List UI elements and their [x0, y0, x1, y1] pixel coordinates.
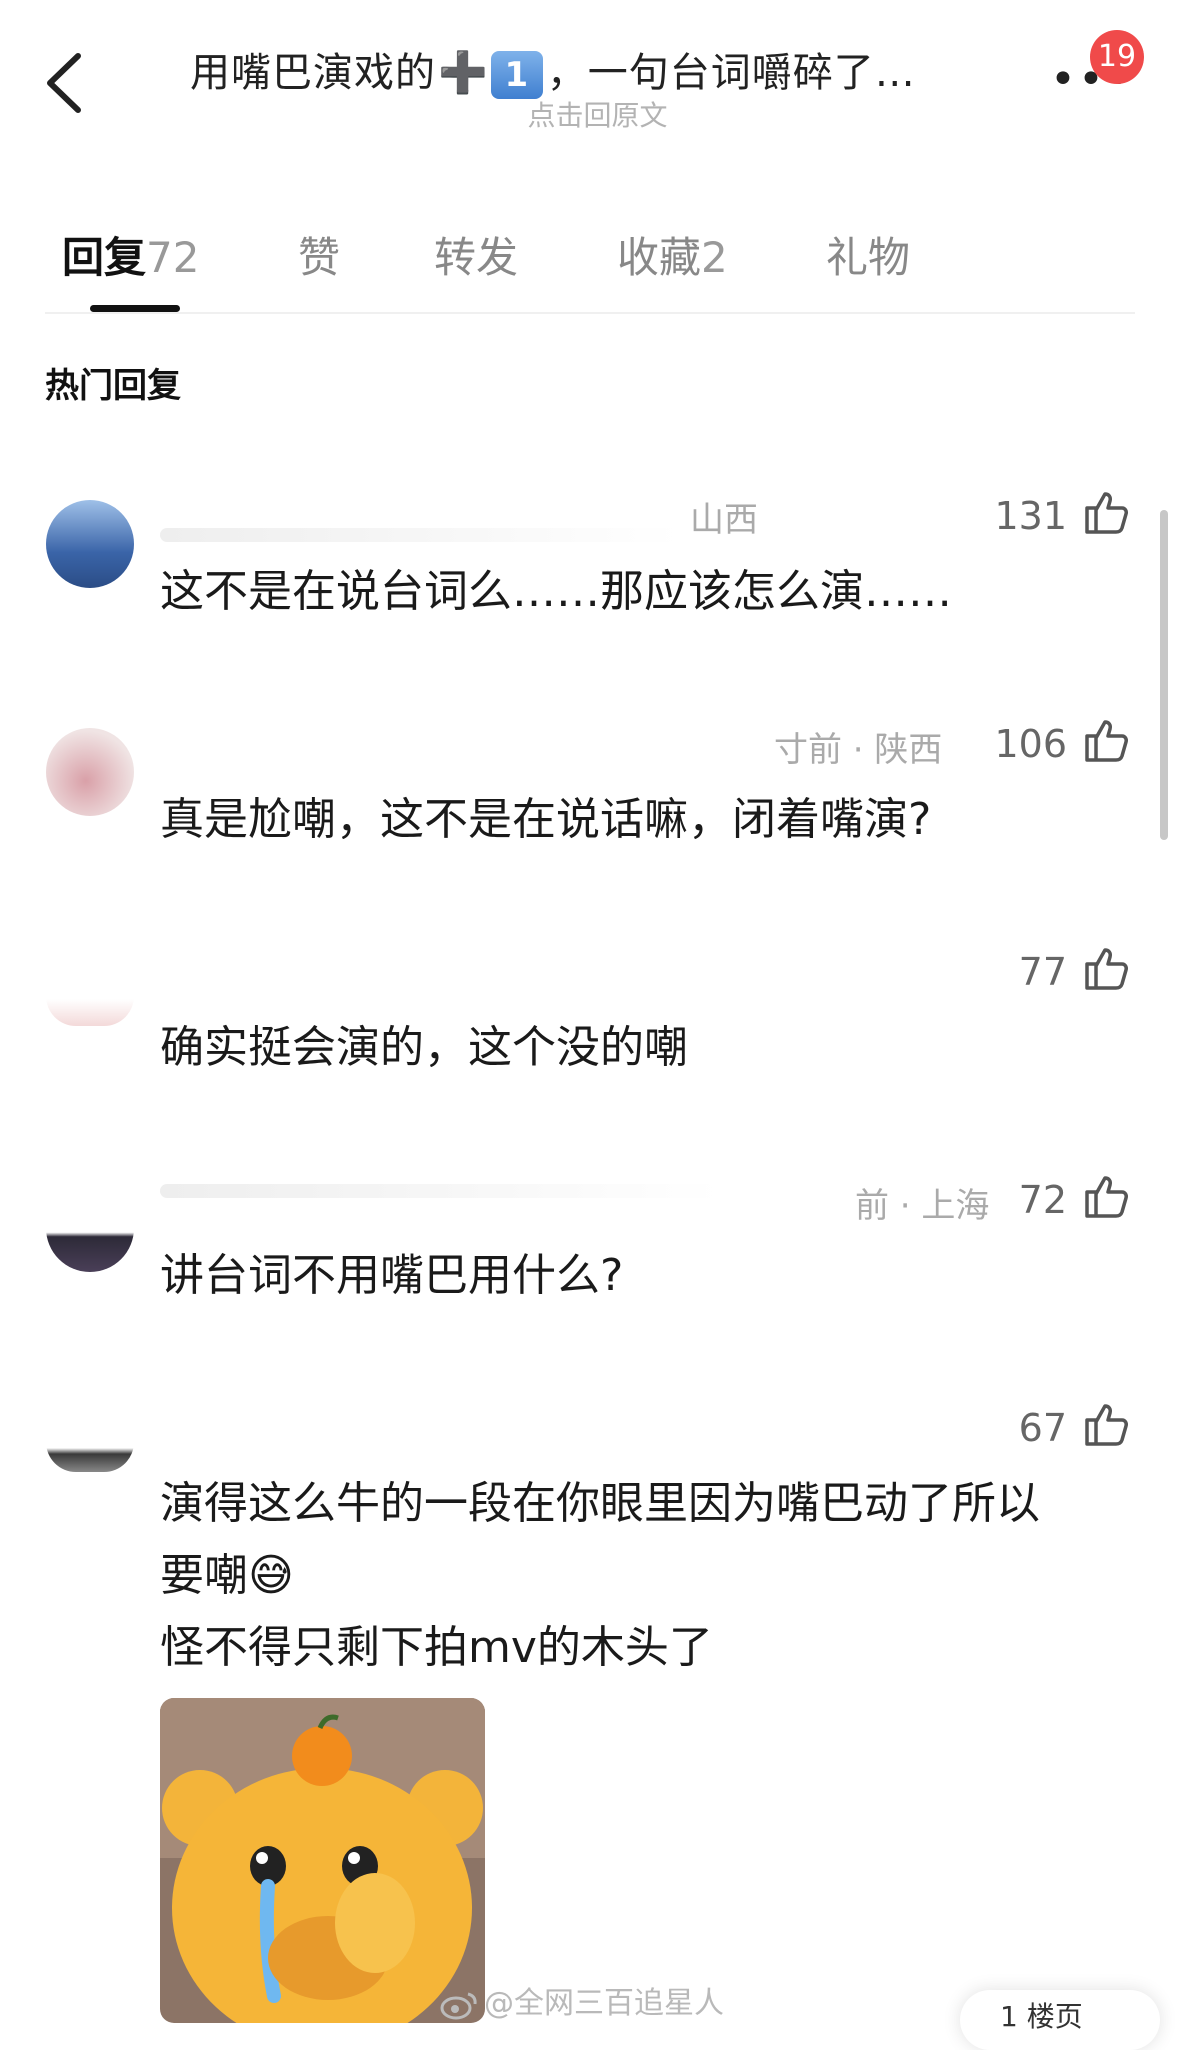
thumbs-up-icon[interactable] [1083, 488, 1131, 536]
comment-text: 真是尬嘲，这不是在说话嘛，闭着嘴演? [160, 794, 932, 845]
comment-time-location: 寸前 · 陕西 [774, 730, 943, 770]
tab-likes[interactable]: 赞 [298, 224, 340, 285]
weibo-watermark: @全网三百追星人 [440, 1978, 724, 2022]
back-to-original-link[interactable]: 点击回原文 [0, 94, 1179, 134]
comment-line: 要嘲😅 [160, 1550, 294, 1601]
post-title-prefix: 用嘴巴演戏的 [190, 50, 436, 96]
thumbs-up-icon[interactable] [1083, 944, 1131, 992]
scrollbar[interactable] [1160, 510, 1168, 840]
thumbs-up-icon[interactable] [1083, 1172, 1131, 1220]
comment-line: 怪不得只剩下拍mv的木头了 [160, 1622, 713, 1673]
like-count: 131 [994, 494, 1067, 538]
avatar[interactable] [46, 966, 134, 1026]
comment-text: 演得这么牛的一段在你眼里因为嘴巴动了所以 要嘲😅 怪不得只剩下拍mv的木头了 [160, 1468, 1120, 1684]
notification-badge: 19 [1090, 30, 1144, 84]
avatar[interactable] [46, 1412, 134, 1472]
comment-line: 演得这么牛的一段在你眼里因为嘴巴动了所以 [160, 1478, 1040, 1529]
like-count: 106 [994, 722, 1067, 766]
crying-bear-sticker-image[interactable] [160, 1698, 485, 2023]
keycap-one-icon: 1 [490, 51, 543, 99]
comment-location: 山西 [690, 500, 758, 540]
comment-text: 讲台词不用嘴巴用什么? [160, 1250, 624, 1301]
username-blurred [160, 528, 680, 542]
comment-time-location: 前 · 上海 [855, 1186, 990, 1226]
avatar[interactable] [46, 728, 134, 816]
post-title-suffix: ，一句台词嚼碎了… [546, 50, 916, 96]
tab-bar: 回复72 赞 转发 收藏2 礼物 [0, 210, 1179, 310]
like-count: 67 [1018, 1406, 1067, 1450]
like-count: 77 [1018, 950, 1067, 994]
tab-gifts[interactable]: 礼物 [826, 224, 910, 285]
avatar[interactable] [46, 500, 134, 588]
floating-page-indicator[interactable]: 1 楼页 [960, 1990, 1160, 2050]
comment-text: 确实挺会演的，这个没的嘲 [160, 1022, 688, 1073]
weibo-logo-icon [440, 1992, 477, 2019]
hot-replies-heading: 热门回复 [45, 366, 181, 406]
plus-emoji-icon: ➕ [438, 50, 489, 96]
thumbs-up-icon[interactable] [1083, 1400, 1131, 1448]
post-title[interactable]: 用嘴巴演戏的➕ 1 ，一句台词嚼碎了… [190, 40, 916, 99]
tab-favorites[interactable]: 收藏2 [617, 224, 728, 285]
tab-divider [45, 312, 1135, 314]
comment-text: 这不是在说台词么……那应该怎么演…… [160, 566, 952, 617]
tab-reposts[interactable]: 转发 [434, 224, 518, 285]
tab-replies[interactable]: 回复72 [62, 224, 199, 285]
like-count: 72 [1018, 1178, 1067, 1222]
thumbs-up-icon[interactable] [1083, 716, 1131, 764]
username-blurred [160, 1184, 720, 1198]
active-tab-indicator [90, 305, 180, 312]
avatar[interactable] [46, 1184, 134, 1272]
sweat-smile-emoji-icon: 😅 [248, 1550, 294, 1601]
top-bar: 用嘴巴演戏的➕ 1 ，一句台词嚼碎了… 点击回原文 ••• 19 [0, 0, 1179, 160]
